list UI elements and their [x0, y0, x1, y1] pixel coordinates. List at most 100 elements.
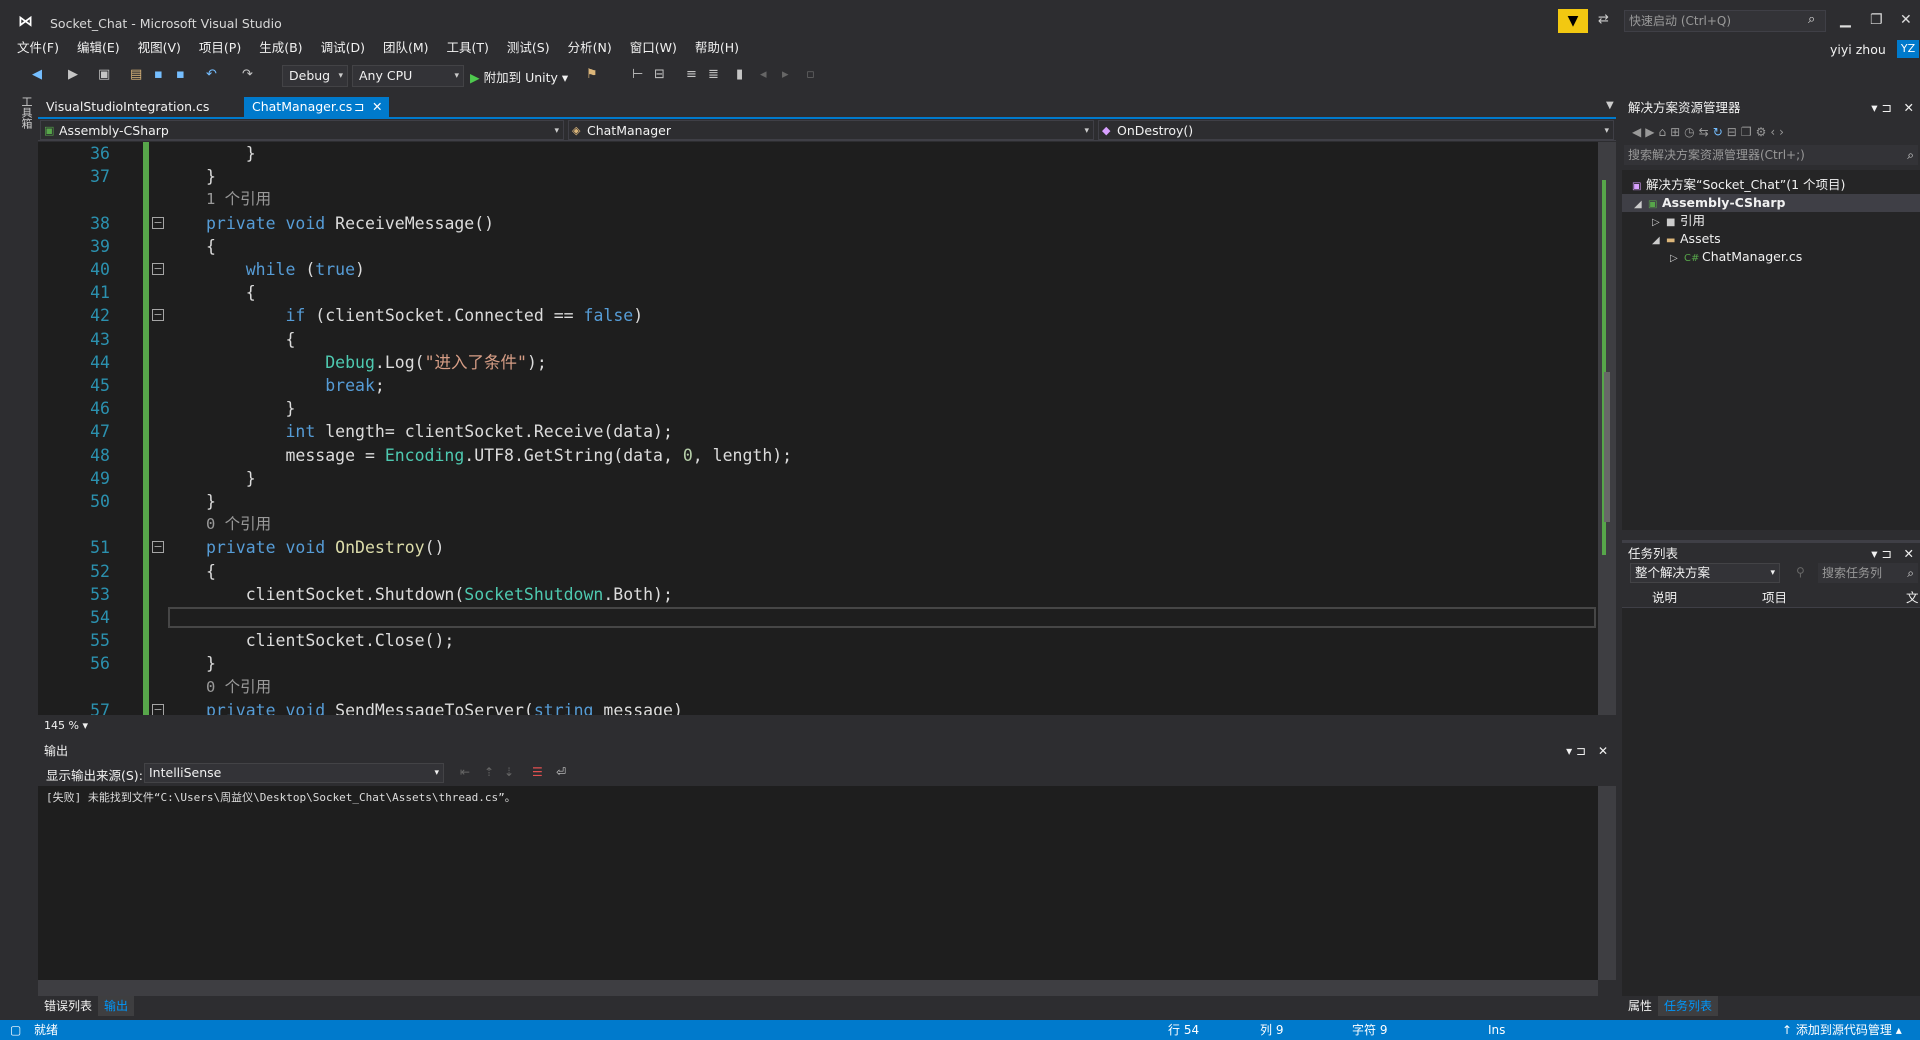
column-file[interactable]: 文 [1906, 588, 1919, 608]
zoom-level[interactable]: 145 % ▾ [38, 717, 1616, 735]
class-select[interactable]: ◈ ChatManager ▾ [568, 120, 1094, 140]
code-text[interactable]: int length= clientSocket.Receive(data); [206, 420, 672, 443]
user-name[interactable]: yiyi zhou [1830, 42, 1886, 57]
code-text[interactable]: clientSocket.Shutdown(SocketShutdown.Bot… [206, 583, 673, 606]
menu-team[interactable]: 团队(M) [374, 38, 438, 58]
fold-toggle-icon[interactable]: − [152, 541, 164, 554]
prev-bookmark-icon[interactable]: ◂ [760, 67, 767, 82]
properties-icon[interactable]: ⚙ [1756, 125, 1771, 139]
code-line[interactable]: 55 clientSocket.Close(); [38, 629, 1598, 652]
filter-icon[interactable]: ⚲ [1796, 565, 1805, 579]
solution-platform-select[interactable]: Any CPU ▾ [352, 65, 464, 87]
menu-test[interactable]: 测试(S) [498, 38, 559, 58]
save-icon[interactable]: ▪ [154, 67, 163, 82]
toolbox-tab[interactable]: 工具箱 [20, 96, 34, 136]
search-icon[interactable]: ⌕ [1907, 145, 1914, 165]
step-icon[interactable]: ⊢ [632, 67, 643, 82]
task-search-input[interactable]: 搜索任务列 ⌕ [1818, 563, 1918, 583]
solution-configuration-select[interactable]: Debug ▾ [282, 65, 348, 87]
codelens-reference[interactable]: 0 个引用 [38, 513, 1598, 536]
codelens-reference-text[interactable]: 0 个引用 [206, 676, 271, 699]
close-tab-icon[interactable]: ✕ [372, 97, 382, 117]
code-line[interactable]: 45 break; [38, 374, 1598, 397]
code-text[interactable]: Debug.Log("进入了条件"); [206, 351, 547, 374]
pin-icon[interactable]: ⊐ [354, 97, 364, 117]
fold-toggle-icon[interactable]: − [152, 263, 164, 275]
close-pane-icon[interactable]: ✕ [1904, 97, 1914, 119]
code-text[interactable]: } [206, 652, 216, 675]
menu-help[interactable]: 帮助(H) [686, 38, 748, 58]
code-text[interactable]: clientSocket.Close(); [206, 629, 455, 652]
code-view-icon[interactable]: ‹› [1770, 125, 1788, 139]
code-line[interactable]: 38 − private void ReceiveMessage() [38, 212, 1598, 235]
history-icon[interactable]: ◷ [1684, 125, 1698, 139]
code-line[interactable]: 57 − private void SendMessageToServer(stri… [38, 699, 1598, 715]
menu-window[interactable]: 窗口(W) [621, 38, 686, 58]
avatar[interactable]: YZ [1897, 40, 1919, 58]
show-all-files-icon[interactable]: ❐ [1741, 125, 1756, 139]
menu-view[interactable]: 视图(V) [129, 38, 190, 58]
quick-launch-input[interactable]: 快速启动 (Ctrl+Q) [1624, 10, 1826, 32]
member-select[interactable]: ◆ OnDestroy() ▾ [1098, 120, 1614, 140]
next-bookmark-icon[interactable]: ▸ [782, 67, 789, 82]
pane-dropdown-icon[interactable]: ▾ ⊐ [1871, 97, 1892, 119]
share-icon[interactable]: ⇄ [1598, 12, 1609, 27]
code-text[interactable]: } [206, 467, 256, 490]
redo-icon[interactable]: ↷ [242, 67, 253, 82]
editor-scrollbar-thumb[interactable] [1604, 372, 1610, 522]
code-line[interactable]: 39 { [38, 235, 1598, 258]
tab-properties[interactable]: 属性 [1622, 996, 1658, 1016]
codelens-reference[interactable]: 0 个引用 [38, 676, 1598, 699]
code-line[interactable]: 51 − private void OnDestroy() [38, 536, 1598, 559]
code-line[interactable]: 43 { [38, 328, 1598, 351]
layout-icon[interactable]: ⊟ [654, 67, 665, 82]
refresh-icon[interactable]: ↻ [1713, 125, 1727, 139]
solution-search-input[interactable]: 搜索解决方案资源管理器(Ctrl+;) ⌕ [1624, 145, 1918, 165]
collapse-all-icon[interactable]: ⊟ [1727, 125, 1741, 139]
code-line[interactable]: 56} [38, 652, 1598, 675]
code-text[interactable]: } [206, 397, 295, 420]
outdent-icon[interactable]: ≣ [708, 67, 719, 82]
open-file-icon[interactable]: ▤ [130, 67, 142, 82]
tabs-dropdown-icon[interactable]: ▼ [1606, 100, 1614, 111]
task-scope-select[interactable]: 整个解决方案 ▾ [1630, 563, 1780, 583]
tab-error-list[interactable]: 错误列表 [38, 996, 98, 1016]
code-text[interactable]: { [206, 235, 216, 258]
code-line[interactable]: 54 [38, 606, 1598, 629]
close-pane-icon[interactable]: ✕ [1598, 741, 1608, 761]
tab-visualstudiointegration[interactable]: VisualStudioIntegration.cs [38, 97, 238, 117]
find-in-files-icon[interactable]: ⚑ [586, 67, 598, 82]
code-text[interactable]: private void OnDestroy() [206, 536, 444, 559]
pane-dropdown-icon[interactable]: ▾ ⊐ [1871, 543, 1892, 565]
sync-icon[interactable]: ⇆ [1699, 125, 1713, 139]
code-line[interactable]: 53 clientSocket.Shutdown(SocketShutdown.… [38, 583, 1598, 606]
codelens-reference[interactable]: 1 个引用 [38, 188, 1598, 211]
output-horizontal-scrollbar[interactable] [38, 980, 1598, 996]
code-line[interactable]: 47 int length= clientSocket.Receive(data… [38, 420, 1598, 443]
tab-task-list[interactable]: 任务列表 [1658, 996, 1719, 1016]
close-pane-icon[interactable]: ✕ [1904, 543, 1914, 565]
code-line[interactable]: 46 } [38, 397, 1598, 420]
find-message-icon[interactable]: ⇤ [460, 765, 470, 779]
output-scrollbar[interactable] [1598, 786, 1616, 980]
tab-output[interactable]: 输出 [98, 996, 135, 1016]
output-text[interactable]: [失败] 未能找到文件“C:\Users\周益仪\Desktop\Socket_… [38, 786, 1598, 980]
code-line[interactable]: 36 } [38, 142, 1598, 165]
code-editor[interactable]: 36 } 37} 1 个引用 38− private void ReceiveMessa… [38, 142, 1598, 715]
code-text[interactable]: } [206, 490, 216, 513]
project-select[interactable]: ▣ Assembly-CSharp ▾ [40, 120, 564, 140]
tree-item-references[interactable]: ▷ ■ 引用 [1652, 212, 1705, 230]
back-icon[interactable]: ◀ [32, 67, 42, 82]
feedback-filter-icon[interactable]: ▼ [1558, 9, 1588, 33]
code-line[interactable]: 49 } [38, 467, 1598, 490]
clear-all-icon[interactable]: ☰ [532, 765, 543, 779]
save-all-icon[interactable]: ▪ [176, 67, 185, 82]
close-icon[interactable]: ✕ [1900, 12, 1912, 28]
code-line[interactable]: 40 − while (true) [38, 258, 1598, 281]
menu-file[interactable]: 文件(F) [0, 38, 68, 58]
bookmark-icon[interactable]: ▮ [736, 67, 743, 82]
code-text[interactable]: message = Encoding.UTF8.GetString(data, … [206, 444, 792, 467]
attach-to-unity-button[interactable]: ▶ 附加到 Unity ▾ [470, 67, 568, 86]
new-project-icon[interactable]: ▣ [98, 67, 110, 82]
menu-tools[interactable]: 工具(T) [438, 38, 498, 58]
